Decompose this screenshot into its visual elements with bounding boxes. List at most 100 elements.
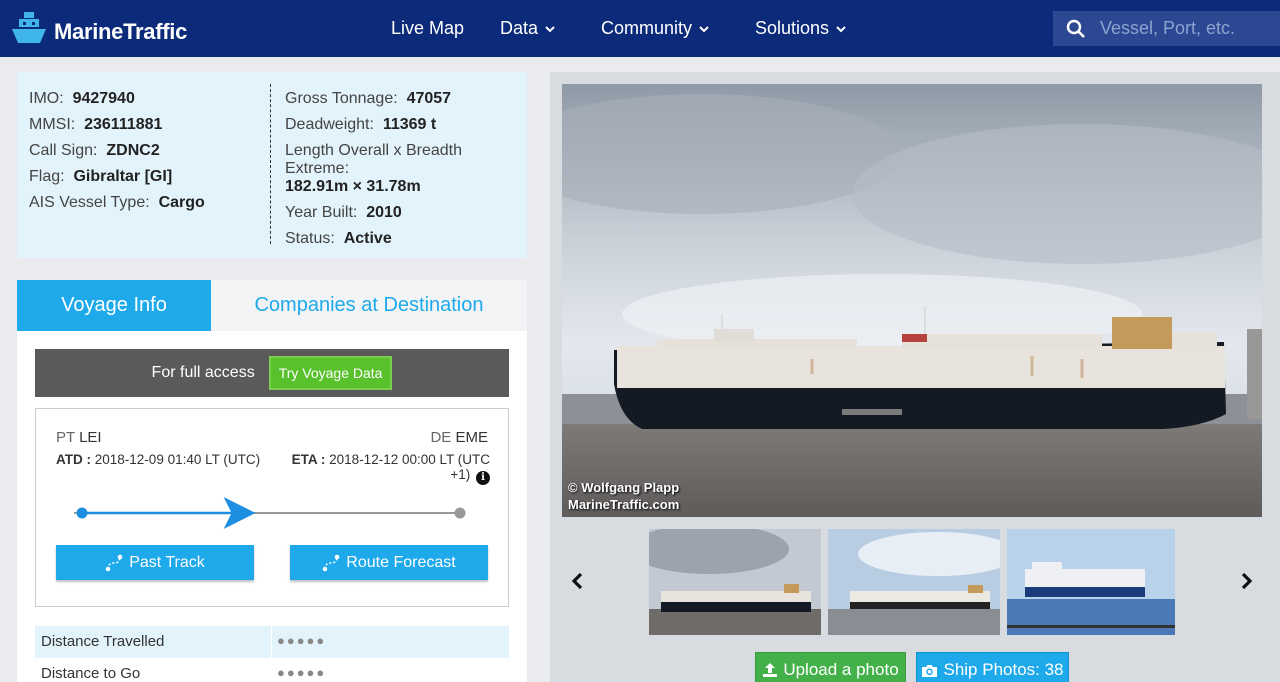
tab-voyage-info[interactable]: Voyage Info: [17, 280, 211, 331]
year-built-value: 2010: [366, 204, 402, 221]
vessel-photo-image: [562, 84, 1262, 517]
route-forecast-label: Route Forecast: [346, 553, 456, 571]
thumbnail-image: [1007, 529, 1175, 635]
vessel-ids-column: IMO: 9427940 MMSI: 236111881 Call Sign: …: [29, 86, 205, 216]
callsign-label: Call Sign:: [29, 142, 98, 159]
full-access-banner: For full access Try Voyage Data: [35, 349, 509, 397]
distance-to-go-label: Distance to Go: [41, 665, 141, 682]
mmsi-row: MMSI: 236111881: [29, 112, 205, 138]
atd-label: ATD :: [56, 452, 91, 467]
chevron-down-icon: [699, 25, 709, 32]
nav-solutions-label: Solutions: [755, 18, 830, 38]
voyage-panel: Voyage Info Companies at Destination For…: [17, 280, 527, 682]
distance-travelled-row: Distance Travelled ●●●●●: [35, 626, 509, 658]
nav-data[interactable]: Data: [500, 18, 556, 39]
thumbnail-image: [828, 529, 1000, 635]
year-built-row: Year Built: 2010: [285, 200, 520, 226]
callsign-value: ZDNC2: [106, 142, 160, 159]
status-row: Status: Active: [285, 226, 520, 252]
status-label: Status:: [285, 230, 335, 247]
flag-row: Flag: Gibraltar [GI]: [29, 164, 205, 190]
gross-tonnage-row: Gross Tonnage: 47057: [285, 86, 520, 112]
dimensions-label: Length Overall x Breadth Extreme:: [285, 142, 462, 177]
chevron-right-icon[interactable]: [1240, 572, 1254, 590]
nav-data-label: Data: [500, 18, 539, 38]
nav-solutions[interactable]: Solutions: [755, 18, 847, 39]
status-value: Active: [343, 230, 392, 247]
imo-value: 9427940: [72, 90, 135, 107]
search-input[interactable]: [1100, 18, 1270, 39]
ais-type-value: Cargo: [158, 194, 205, 211]
info-divider: [270, 84, 271, 244]
mmsi-label: MMSI:: [29, 116, 76, 133]
distance-travelled-label: Distance Travelled: [41, 633, 165, 650]
gross-tonnage-label: Gross Tonnage:: [285, 90, 398, 107]
past-track-label: Past Track: [129, 553, 205, 571]
nav-live-map-label: Live Map: [391, 18, 465, 38]
callsign-row: Call Sign: ZDNC2: [29, 138, 205, 164]
vessel-thumbnail[interactable]: [1007, 529, 1175, 635]
vessel-thumbnail[interactable]: [649, 529, 821, 635]
eta-line: ETA : 2018-12-12 00:00 LT (UTC +1) i: [284, 452, 490, 485]
main-vessel-photo[interactable]: © Wolfgang Plapp MarineTraffic.com: [562, 84, 1262, 517]
nav-community[interactable]: Community: [601, 18, 710, 39]
distance-to-go-row: Distance to Go ●●●●●: [35, 658, 509, 682]
thumbnail-image: [649, 529, 821, 635]
vessel-thumbnail[interactable]: [828, 529, 1000, 635]
departure-port[interactable]: PT LEI: [56, 429, 102, 446]
nav-community-label: Community: [601, 18, 693, 38]
route-icon: [322, 554, 340, 571]
deadweight-value: 11369 t: [382, 116, 437, 133]
top-navbar: MarineTraffic Live Map Data Community So…: [0, 0, 1280, 57]
departure-country-code: PT: [56, 429, 75, 446]
dimensions-value: 182.91m × 31.78m: [285, 178, 421, 195]
voyage-progress-bar: [74, 497, 466, 529]
full-access-text: For full access: [151, 364, 255, 381]
search-box: [1053, 11, 1280, 46]
destination-country-code: DE: [430, 429, 452, 446]
search-icon[interactable]: [1066, 19, 1086, 39]
route-forecast-button[interactable]: Route Forecast: [290, 545, 488, 580]
voyage-tabs: Voyage Info Companies at Destination: [17, 280, 527, 331]
ship-photos-button[interactable]: Ship Photos: 38: [916, 652, 1069, 682]
flag-label: Flag:: [29, 168, 65, 185]
route-box: PT LEI DE EME ATD : 2018-12-09 01:40 LT …: [35, 408, 509, 607]
try-voyage-data-button[interactable]: Try Voyage Data: [268, 356, 393, 390]
chevron-down-icon: [836, 25, 846, 32]
atd-value: 2018-12-09 01:40 LT (UTC): [94, 452, 261, 467]
photo-credit-site: MarineTraffic.com: [568, 497, 680, 512]
brand-logo[interactable]: MarineTraffic: [10, 10, 187, 46]
vessel-particulars: IMO: 9427940 MMSI: 236111881 Call Sign: …: [17, 72, 527, 258]
dimensions-row: Length Overall x Breadth Extreme: 182.91…: [285, 138, 520, 200]
gross-tonnage-value: 47057: [406, 90, 452, 107]
past-track-button[interactable]: Past Track: [56, 545, 254, 580]
imo-row: IMO: 9427940: [29, 86, 205, 112]
distance-to-go-value: ●●●●●: [277, 665, 327, 680]
ais-type-row: AIS Vessel Type: Cargo: [29, 190, 205, 216]
atd-line: ATD : 2018-12-09 01:40 LT (UTC): [56, 452, 260, 467]
upload-photo-button[interactable]: Upload a photo: [755, 652, 906, 682]
departure-dot: [76, 507, 88, 519]
eta-value: 2018-12-12 00:00 LT (UTC +1): [329, 452, 490, 482]
deadweight-row: Deadweight: 11369 t: [285, 112, 520, 138]
chevron-left-icon[interactable]: [570, 572, 584, 590]
row-separator: [271, 626, 272, 658]
chevron-down-icon: [545, 25, 555, 32]
brand-name: MarineTraffic: [54, 19, 188, 44]
nav-live-map[interactable]: Live Map: [391, 18, 464, 39]
photo-credit: © Wolfgang Plapp MarineTraffic.com: [568, 479, 679, 513]
ship-logo-icon: [12, 12, 46, 43]
upload-icon: [763, 663, 778, 677]
departure-port-code: LEI: [79, 429, 102, 446]
year-built-label: Year Built:: [285, 204, 358, 221]
route-icon: [105, 554, 123, 571]
distance-travelled-value: ●●●●●: [277, 633, 327, 648]
eta-label: ETA :: [291, 452, 326, 467]
info-icon[interactable]: i: [476, 471, 490, 485]
destination-port[interactable]: DE EME: [430, 429, 488, 446]
photo-panel: © Wolfgang Plapp MarineTraffic.com Uploa…: [550, 72, 1280, 682]
flag-value: Gibraltar [GI]: [73, 168, 173, 185]
tab-companies-at-destination[interactable]: Companies at Destination: [211, 280, 527, 331]
ais-type-label: AIS Vessel Type:: [29, 194, 150, 211]
destination-dot: [454, 507, 466, 519]
